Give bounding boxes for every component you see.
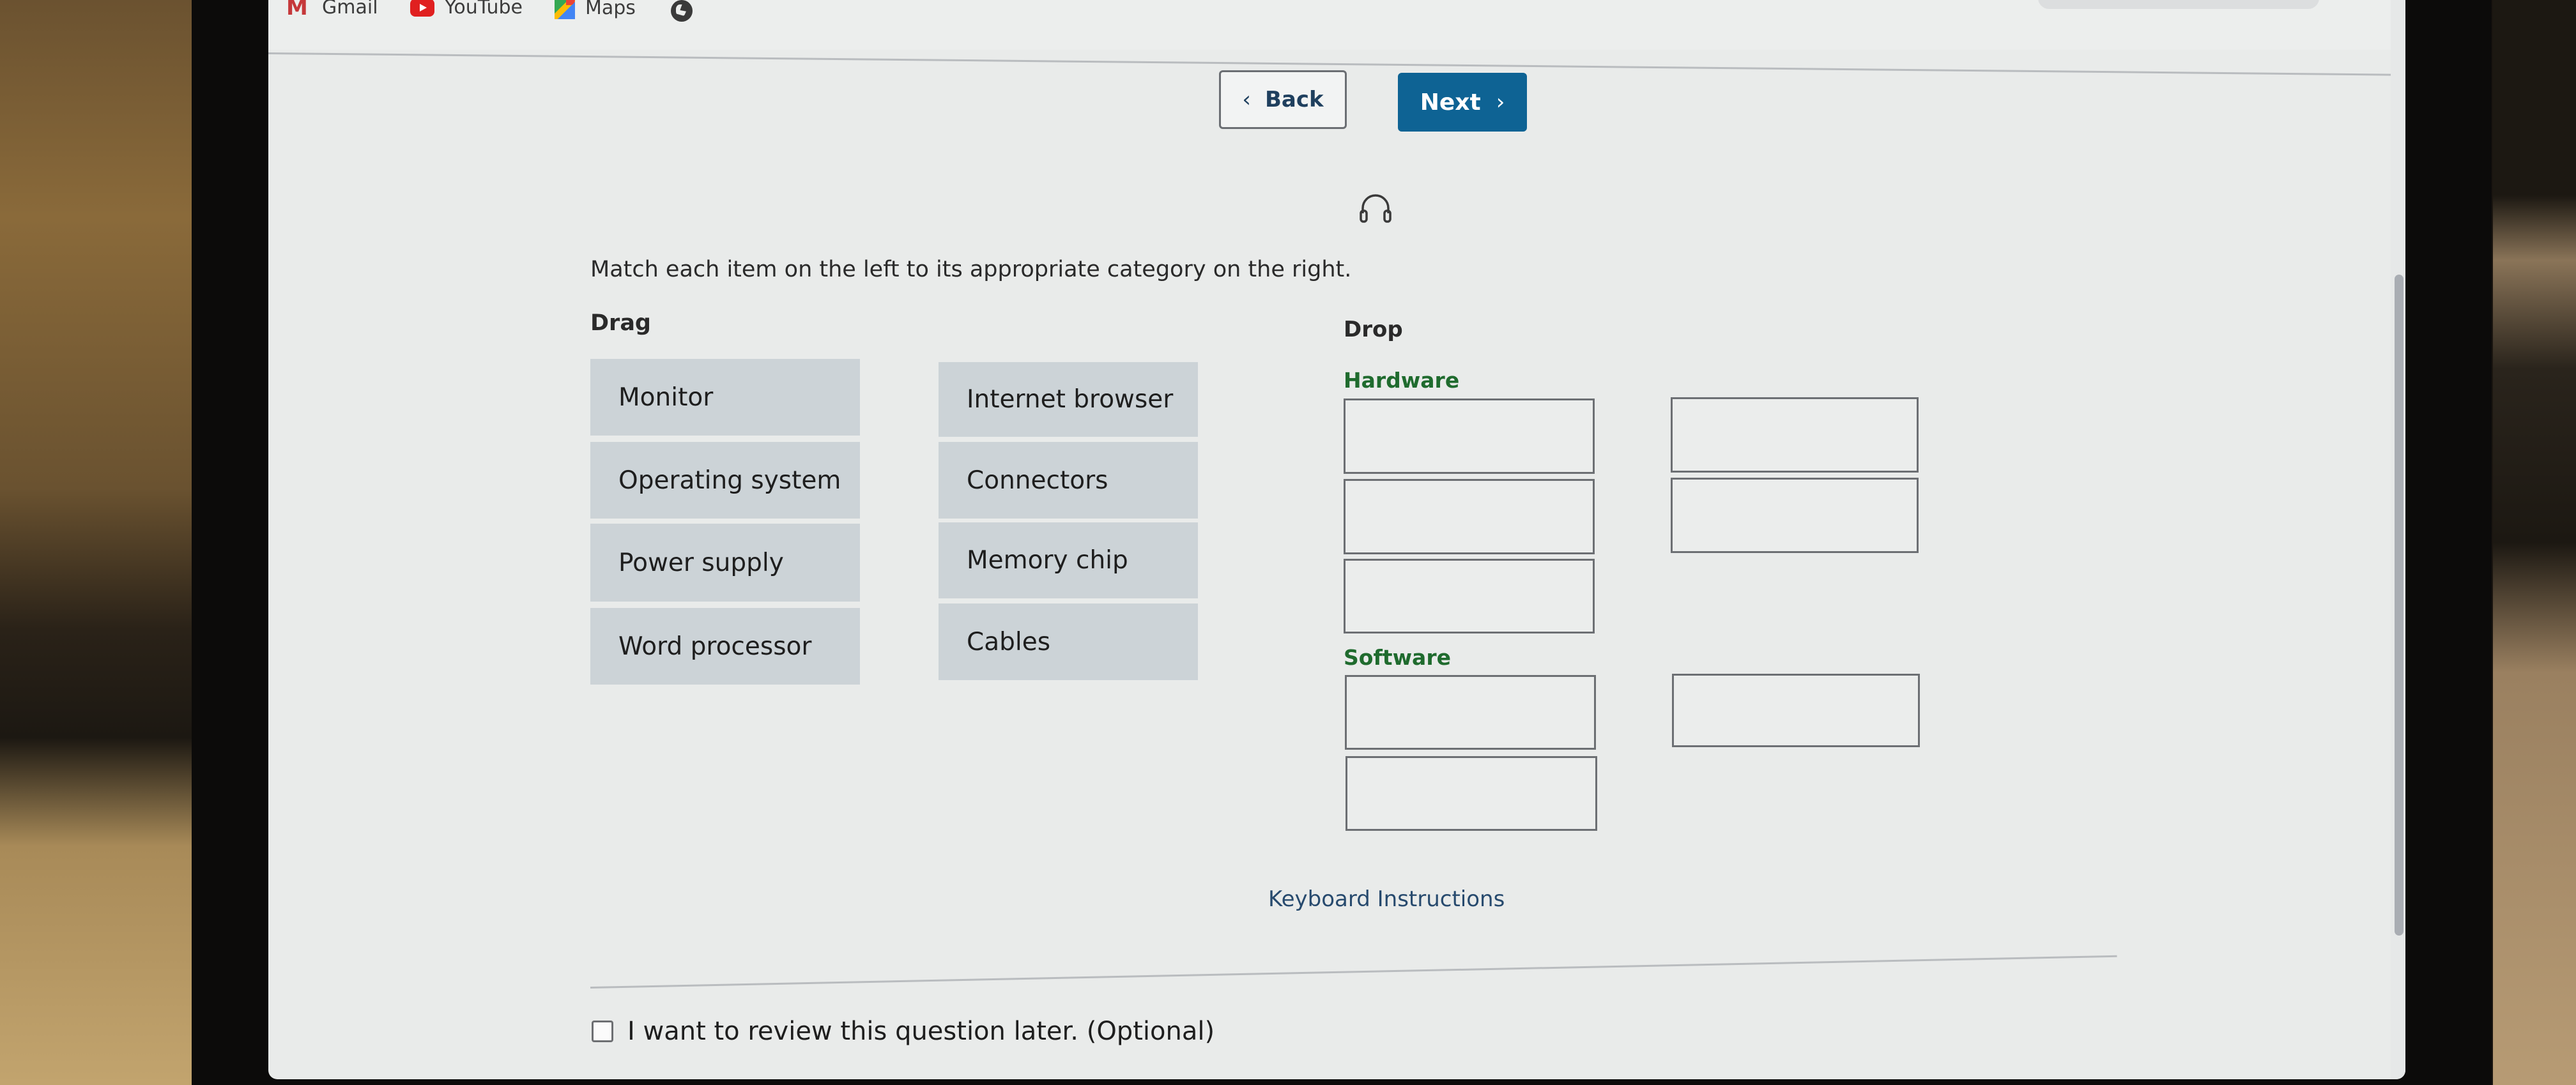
background-right [2493,0,2576,1085]
drag-item-operating-system[interactable]: Operating system [590,442,860,519]
bookmark-globe[interactable] [671,0,693,22]
hardware-drop-slot[interactable] [1671,478,1919,553]
drag-item-label: Cables [967,627,1051,656]
hardware-drop-slot[interactable] [1344,559,1595,634]
section-divider [590,955,2117,989]
drag-item-power-supply[interactable]: Power supply [590,524,860,602]
drag-item-word-processor[interactable]: Word processor [590,608,860,685]
bookmark-gmail[interactable]: M Gmail [286,0,378,19]
youtube-icon [410,0,434,17]
question-instruction: Match each item on the left to its appro… [590,257,1352,282]
drag-heading: Drag [590,310,651,336]
bookmarks-bar: M Gmail YouTube Maps [268,0,2405,50]
software-drop-slot[interactable] [1672,674,1920,747]
bookmark-label: Gmail [322,0,378,19]
review-later-option[interactable]: I want to review this question later. (O… [592,1017,1215,1046]
bookmark-youtube[interactable]: YouTube [410,0,523,19]
category-label-hardware: Hardware [1344,368,1460,393]
software-drop-slot[interactable] [1345,675,1596,750]
software-drop-slot[interactable] [1346,756,1597,831]
drag-item-label: Operating system [618,466,841,495]
drop-heading: Drop [1344,317,1403,342]
drag-item-monitor[interactable]: Monitor [590,359,860,436]
drag-item-connectors[interactable]: Connectors [939,442,1198,519]
chevron-left-icon: ‹ [1242,87,1251,112]
back-button[interactable]: ‹ Back [1219,70,1347,129]
review-later-label: I want to review this question later. (O… [627,1017,1215,1046]
bookmark-maps[interactable]: Maps [555,0,636,19]
drag-item-internet-browser[interactable]: Internet browser [939,362,1198,437]
scrollbar-thumb[interactable] [2395,275,2404,936]
review-later-checkbox[interactable] [592,1021,613,1042]
drag-item-label: Memory chip [967,546,1128,575]
drag-item-label: Word processor [618,632,812,661]
hardware-drop-slot[interactable] [1671,397,1919,473]
bookmark-label: Maps [585,0,636,19]
background-left [0,0,192,1085]
drag-item-memory-chip[interactable]: Memory chip [939,522,1198,598]
category-label-software: Software [1344,645,1451,670]
gmail-icon: M [286,0,308,20]
next-button-label: Next [1420,89,1481,116]
headphones-icon[interactable] [1358,192,1393,224]
back-button-label: Back [1264,87,1324,112]
globe-icon [671,0,693,22]
maps-icon [555,0,575,19]
hardware-drop-slot[interactable] [1344,398,1595,474]
chevron-right-icon: › [1496,89,1505,115]
drag-item-label: Connectors [967,466,1108,495]
toolbar-pill [2038,0,2319,9]
drag-item-label: Internet browser [967,385,1174,414]
drag-item-label: Monitor [618,383,714,412]
next-button[interactable]: Next › [1398,73,1527,132]
keyboard-instructions-link[interactable]: Keyboard Instructions [1268,886,1505,912]
hardware-drop-slot[interactable] [1344,479,1595,554]
drag-item-label: Power supply [618,548,784,577]
drag-item-cables[interactable]: Cables [939,603,1198,680]
browser-viewport: M Gmail YouTube Maps ‹ Back Next › Match… [268,0,2405,1079]
bookmark-label: YouTube [445,0,523,19]
